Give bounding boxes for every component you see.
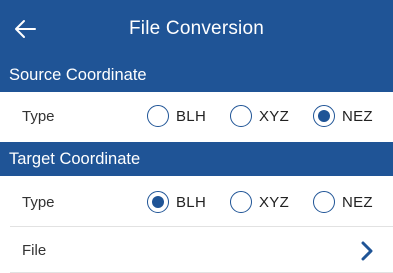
target-radio-xyz[interactable]: XYZ (230, 191, 289, 213)
source-radio-nez[interactable]: NEZ (313, 105, 373, 127)
radio-label: NEZ (342, 107, 373, 125)
radio-label: NEZ (342, 193, 373, 211)
radio-circle (313, 191, 335, 213)
source-type-row: Type BLH XYZ NEZ (0, 92, 393, 140)
file-row[interactable]: File (0, 227, 393, 273)
target-type-label: Type (22, 193, 55, 211)
source-type-label: Type (22, 107, 55, 125)
target-radio-blh[interactable]: BLH (147, 191, 206, 213)
file-label: File (22, 241, 47, 259)
radio-label: XYZ (259, 193, 290, 211)
chevron-right-icon (361, 241, 373, 261)
target-type-row: Type BLH XYZ NEZ (0, 178, 393, 226)
radio-circle (230, 105, 252, 127)
target-radio-nez[interactable]: NEZ (313, 191, 373, 213)
radio-label: BLH (176, 193, 207, 211)
radio-circle-checked (313, 105, 335, 127)
radio-circle-checked (147, 191, 169, 213)
radio-label: BLH (176, 107, 207, 125)
radio-label: XYZ (259, 107, 290, 125)
radio-circle (147, 105, 169, 127)
source-radio-xyz[interactable]: XYZ (230, 105, 289, 127)
radio-circle (230, 191, 252, 213)
page-title: File Conversion (129, 18, 264, 39)
target-coordinate-header: Target Coordinate (0, 142, 393, 176)
source-radio-blh[interactable]: BLH (147, 105, 206, 127)
source-coordinate-header: Source Coordinate (0, 58, 393, 92)
top-app-bar: File Conversion (0, 0, 393, 58)
